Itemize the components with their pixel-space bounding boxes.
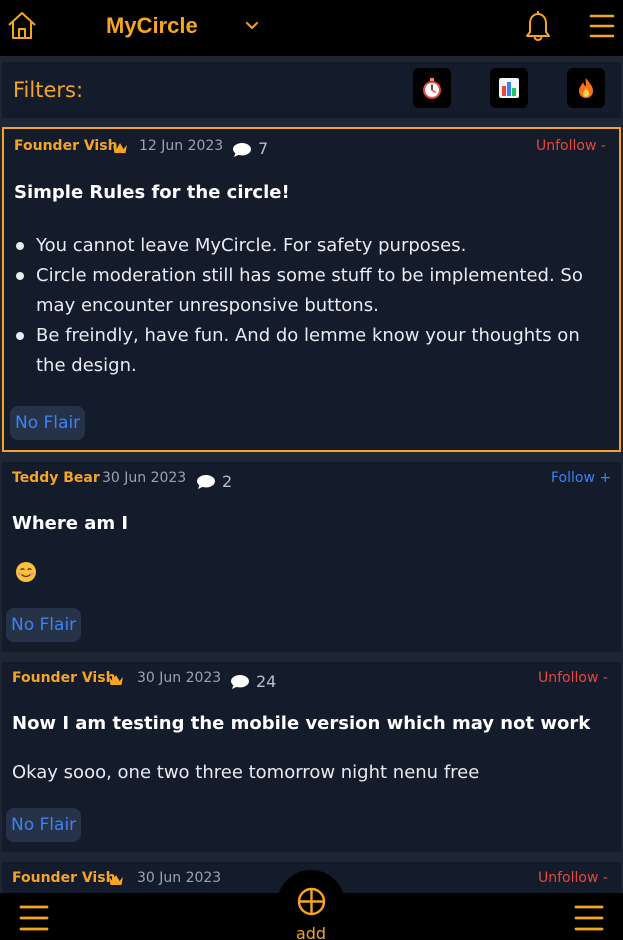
chevron-down-icon[interactable] <box>244 18 260 34</box>
post-card[interactable]: Founder Vish 12 Jun 2023 7 Unfollow - Si… <box>2 127 621 452</box>
menu-icon[interactable] <box>589 13 615 39</box>
post-author[interactable]: Founder Vish <box>12 870 116 886</box>
comment-count[interactable]: 7 <box>258 139 268 158</box>
comment-icon[interactable] <box>196 474 216 490</box>
comment-icon[interactable] <box>230 674 250 690</box>
post-body: Okay sooo, one two three tomorrow night … <box>12 762 480 783</box>
filter-hot-button[interactable] <box>567 68 605 108</box>
add-circle-icon <box>297 887 326 916</box>
menu-icon[interactable] <box>574 904 604 932</box>
fire-icon <box>579 78 593 98</box>
comment-icon[interactable] <box>232 142 252 158</box>
post-date: 30 Jun 2023 <box>137 870 222 886</box>
menu-icon[interactable] <box>19 904 49 932</box>
post-date: 30 Jun 2023 <box>137 670 222 686</box>
list-item: Be freindly, have fun. And do lemme know… <box>36 325 580 376</box>
bar-chart-icon <box>499 78 519 98</box>
flair-badge[interactable]: No Flair <box>6 808 82 842</box>
bell-icon[interactable] <box>522 8 554 42</box>
flair-badge[interactable]: No Flair <box>10 406 86 440</box>
post-rules-list: You cannot leave MyCircle. For safety pu… <box>16 231 611 383</box>
follow-button[interactable]: Follow + <box>551 470 611 486</box>
post-date: 12 Jun 2023 <box>139 138 224 154</box>
crown-icon <box>113 143 127 153</box>
comment-count[interactable]: 24 <box>256 672 276 691</box>
post-date: 30 Jun 2023 <box>102 470 187 486</box>
smiling-face-emoji <box>16 562 36 582</box>
list-bullet <box>16 332 24 340</box>
list-bullet <box>16 272 24 280</box>
comment-count[interactable]: 2 <box>222 472 232 491</box>
post-title[interactable]: Simple Rules for the circle! <box>14 182 290 203</box>
post-title[interactable]: Now I am testing the mobile version whic… <box>12 713 590 734</box>
post-author[interactable]: Teddy Bear <box>12 470 100 486</box>
filter-newest-button[interactable] <box>413 68 451 108</box>
unfollow-button[interactable]: Unfollow - <box>538 870 608 886</box>
stopwatch-icon <box>423 78 441 99</box>
unfollow-button[interactable]: Unfollow - <box>536 138 606 154</box>
post-card[interactable]: Teddy Bear 30 Jun 2023 2 Follow + Where … <box>2 462 621 652</box>
post-author[interactable]: Founder Vish <box>12 670 116 686</box>
filter-top-button[interactable] <box>490 68 528 108</box>
list-item: Circle moderation still has some stuff t… <box>36 265 583 316</box>
add-post-label: add post <box>295 924 327 940</box>
crown-icon <box>109 875 123 885</box>
home-icon[interactable] <box>6 9 38 41</box>
list-item: You cannot leave MyCircle. For safety pu… <box>36 235 467 256</box>
post-card[interactable]: Founder Vish 30 Jun 2023 24 Unfollow - N… <box>2 662 621 852</box>
add-post-button[interactable]: add post <box>277 870 345 940</box>
post-author[interactable]: Founder Vish <box>14 138 118 154</box>
flair-badge[interactable]: No Flair <box>6 608 82 642</box>
app-title[interactable]: MyCircle <box>106 13 198 39</box>
top-app-bar: MyCircle <box>0 0 623 56</box>
list-bullet <box>16 242 24 250</box>
crown-icon <box>109 675 123 685</box>
filters-label: Filters: <box>13 78 84 102</box>
filters-bar: Filters: <box>2 62 621 118</box>
unfollow-button[interactable]: Unfollow - <box>538 670 608 686</box>
post-title[interactable]: Where am I <box>12 513 128 534</box>
